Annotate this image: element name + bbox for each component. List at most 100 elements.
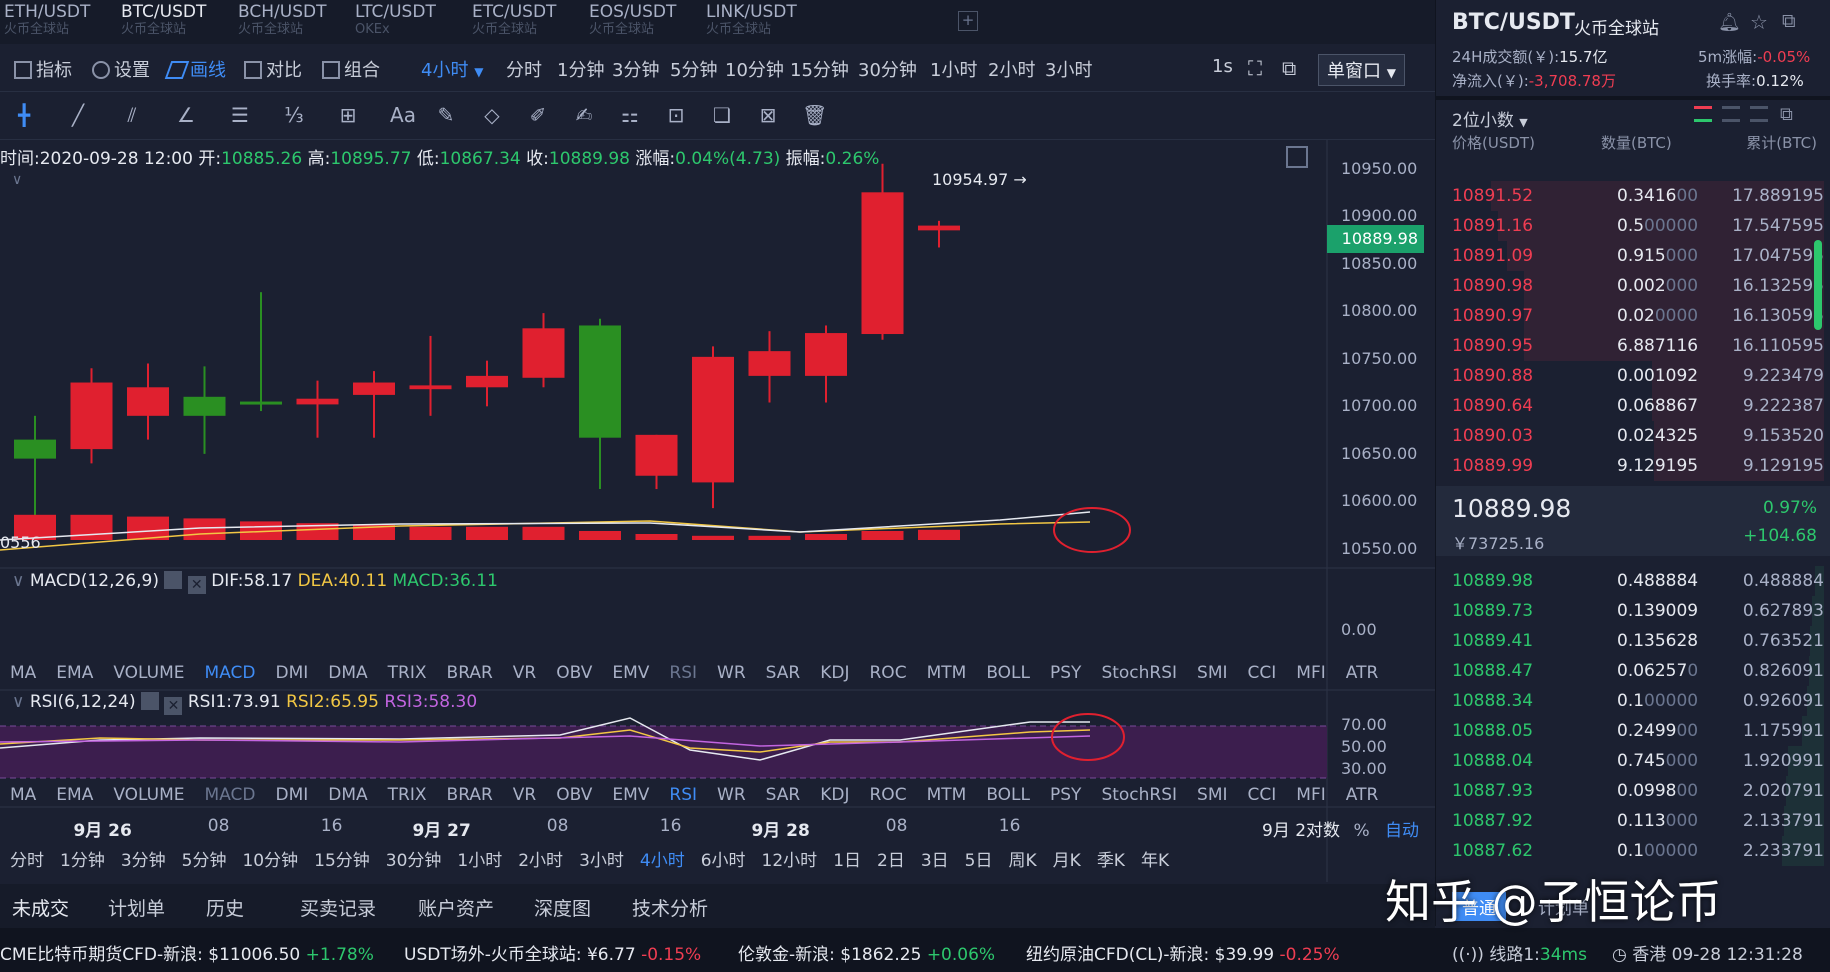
period-option[interactable]: 6小时 — [701, 851, 746, 871]
symbol-tab[interactable]: ETH/USDT 火币全球站 — [4, 4, 90, 42]
trash-icon[interactable]: 🗑︎ — [802, 103, 827, 127]
indicator-option[interactable]: StochRSI — [1101, 663, 1177, 683]
measure-icon[interactable]: ⊞ — [336, 103, 360, 127]
period-option[interactable]: 12小时 — [762, 851, 818, 871]
indicator-option[interactable]: CCI — [1248, 663, 1277, 683]
crosshair-icon[interactable]: ╋ — [12, 103, 36, 127]
order-tab[interactable]: 技术分析 — [632, 894, 708, 921]
indicator-option[interactable]: PSY — [1050, 663, 1081, 683]
close-icon[interactable]: ✕ — [187, 576, 206, 594]
fullscreen-icon[interactable]: ⛶ — [1248, 56, 1262, 80]
orderbook-row[interactable]: 10888.05 0.249900 1.175991 — [1452, 716, 1824, 746]
indicator-option[interactable]: EMA — [56, 785, 93, 805]
interval-option[interactable]: 3小时 — [1045, 56, 1092, 82]
indicator-option[interactable]: KDJ — [820, 663, 849, 683]
decimals-select[interactable]: 2位小数 ▼ — [1452, 106, 1528, 131]
period-option[interactable]: 2日 — [877, 851, 905, 871]
book-both-icon[interactable] — [1694, 106, 1712, 122]
compare-button[interactable]: 对比 — [244, 56, 302, 82]
auto-scale-toggle[interactable]: 自动 — [1385, 821, 1419, 841]
indicator-option[interactable]: VR — [513, 785, 536, 805]
indicator-option[interactable]: ATR — [1346, 663, 1379, 683]
period-option[interactable]: 1小时 — [457, 851, 502, 871]
orderbook-row[interactable]: 10890.98 0.002000 16.132595 — [1452, 271, 1824, 301]
orderbook-row[interactable]: 10888.04 0.745000 1.920991 — [1452, 746, 1824, 776]
price-chart[interactable] — [0, 140, 1435, 882]
period-option[interactable]: 季K — [1097, 851, 1125, 871]
symbol-tab[interactable]: LINK/USDT 火币全球站 — [706, 4, 797, 42]
popout-icon[interactable]: ⧉ — [1780, 104, 1793, 125]
indicator-option[interactable]: ROC — [870, 785, 907, 805]
period-option[interactable]: 10分钟 — [242, 851, 298, 871]
interval-option[interactable]: 2小时 — [988, 56, 1035, 82]
orderbook-row[interactable]: 10891.52 0.341600 17.889195 — [1452, 181, 1824, 211]
period-option[interactable]: 5分钟 — [182, 851, 227, 871]
hline-icon[interactable]: ☰ — [228, 103, 252, 127]
gann-icon[interactable]: ⚏ — [618, 103, 642, 127]
fib-icon[interactable]: ⅓ — [282, 103, 306, 127]
interval-option[interactable]: 分时 — [506, 56, 542, 82]
period-option[interactable]: 1日 — [833, 851, 861, 871]
order-tab[interactable]: 历史 — [206, 894, 244, 921]
indicator-option[interactable]: DMA — [328, 785, 367, 805]
settings-button[interactable]: 设置 — [92, 56, 150, 82]
indicator-option[interactable]: TRIX — [388, 663, 427, 683]
period-option[interactable]: 3分钟 — [121, 851, 166, 871]
period-option[interactable]: 周K — [1009, 851, 1037, 871]
indicator-option[interactable]: SAR — [766, 785, 801, 805]
line-icon[interactable]: ╱ — [66, 103, 90, 127]
indicator-option[interactable]: DMI — [276, 663, 309, 683]
orderbook-row[interactable]: 10889.73 0.139009 0.627893 — [1452, 596, 1824, 626]
period-option[interactable]: 15分钟 — [314, 851, 370, 871]
ticker-item[interactable]: 纽约原油CFD(CL)-新浪: $39.99 -0.25% — [1026, 940, 1340, 965]
indicator-option[interactable]: CCI — [1248, 785, 1277, 805]
angle-icon[interactable]: ∠ — [174, 103, 198, 127]
period-option[interactable]: 30分钟 — [386, 851, 442, 871]
indicator-option[interactable]: OBV — [556, 663, 592, 683]
orderbook-row[interactable]: 10889.41 0.135628 0.763521 — [1452, 626, 1824, 656]
book-asks-icon[interactable] — [1750, 106, 1768, 122]
lock-icon[interactable]: ⊡ — [664, 103, 688, 127]
period-option[interactable]: 2小时 — [518, 851, 563, 871]
orderbook-row[interactable]: 10887.92 0.113000 2.133791 — [1452, 806, 1824, 836]
interval-option[interactable]: 3分钟 — [612, 56, 659, 82]
interval-option[interactable]: 15分钟 — [790, 56, 849, 82]
orderbook-row[interactable]: 10890.97 0.020000 16.130595 — [1452, 301, 1824, 331]
book-bids-icon[interactable] — [1722, 106, 1740, 122]
indicator-option[interactable]: MA — [10, 663, 36, 683]
period-option[interactable]: 年K — [1141, 851, 1169, 871]
interval-option[interactable]: 30分钟 — [858, 56, 917, 82]
indicator-option[interactable]: BRAR — [447, 785, 493, 805]
indicator-option[interactable]: EMV — [612, 785, 649, 805]
orderbook-row[interactable]: 10889.99 9.129195 9.129195 — [1452, 451, 1824, 481]
collapse-icon[interactable]: ∨ — [12, 571, 24, 591]
indicator-option[interactable]: DMI — [276, 785, 309, 805]
orderbook-row[interactable]: 10887.93 0.099800 2.020791 — [1452, 776, 1824, 806]
indicator-option[interactable]: VOLUME — [113, 663, 184, 683]
indicator-option[interactable]: SMI — [1197, 663, 1227, 683]
indicator-option[interactable]: ROC — [870, 663, 907, 683]
symbol-tab[interactable]: EOS/USDT 火币全球站 — [589, 4, 676, 42]
text-tool[interactable]: Aa — [388, 103, 418, 127]
gear-icon[interactable] — [164, 571, 183, 589]
order-tab[interactable]: 买卖记录 — [300, 894, 376, 921]
indicator-option[interactable]: MFI — [1296, 785, 1325, 805]
symbol-tab[interactable]: LTC/USDT OKEx — [355, 4, 436, 42]
indicator-option[interactable]: SAR — [766, 663, 801, 683]
indicator-option[interactable]: RSI — [669, 663, 697, 683]
interval-option[interactable]: 10分钟 — [725, 56, 784, 82]
indicator-option[interactable]: OBV — [556, 785, 592, 805]
popout-icon[interactable]: ⧉ — [1282, 56, 1296, 80]
bell-icon[interactable]: 🔔︎ — [1718, 12, 1741, 33]
interval-option[interactable]: 1小时 — [930, 56, 977, 82]
percent-toggle[interactable]: % — [1353, 821, 1369, 841]
symbol-tab[interactable]: ETC/USDT 火币全球站 — [472, 4, 556, 42]
period-option[interactable]: 3小时 — [579, 851, 624, 871]
parallel-icon[interactable]: ⫽ — [120, 103, 144, 127]
screenshot-icon[interactable]: ⊠ — [756, 103, 780, 127]
interval-option[interactable]: 1分钟 — [557, 56, 604, 82]
orderbook-row[interactable]: 10890.64 0.068867 9.222387 — [1452, 391, 1824, 421]
window-mode-select[interactable]: 单窗口 ▼ — [1318, 54, 1405, 86]
indicator-option[interactable]: EMA — [56, 663, 93, 683]
orderbook-row[interactable]: 10890.88 0.001092 9.223479 — [1452, 361, 1824, 391]
